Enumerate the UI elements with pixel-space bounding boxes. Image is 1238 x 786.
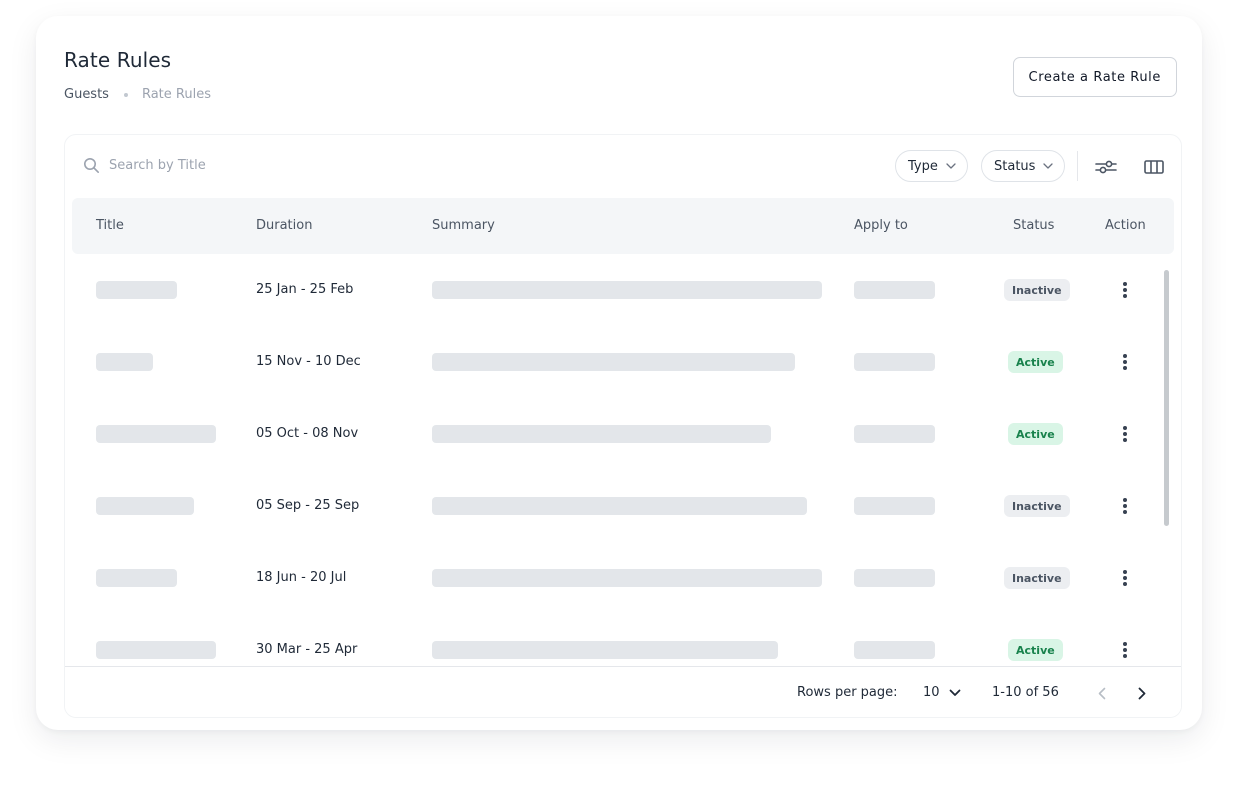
vertical-scrollbar[interactable] — [1164, 270, 1169, 526]
rate-rules-card: Rate Rules Guests Rate Rules Create a Ra… — [36, 16, 1202, 730]
chevron-left-icon — [1098, 687, 1106, 699]
more-vertical-icon[interactable] — [1123, 498, 1127, 514]
apply-to-skeleton — [854, 569, 935, 587]
column-header-duration[interactable]: Duration — [256, 218, 312, 233]
title-skeleton — [96, 281, 177, 299]
status-filter-label: Status — [994, 158, 1036, 174]
create-rate-rule-button[interactable]: Create a Rate Rule — [1012, 57, 1177, 97]
column-header-title[interactable]: Title — [96, 218, 124, 233]
search-box — [83, 157, 329, 174]
title-skeleton — [96, 353, 153, 371]
duration-cell: 30 Mar - 25 Apr — [256, 642, 358, 657]
status-badge: Inactive — [1004, 495, 1070, 517]
column-header-summary[interactable]: Summary — [432, 218, 495, 233]
rows-per-page-label: Rows per page: — [797, 685, 898, 700]
summary-skeleton — [432, 281, 822, 299]
title-skeleton — [96, 569, 177, 587]
table-header: Title Duration Summary Apply to Status A… — [72, 198, 1174, 254]
type-filter-label: Type — [908, 158, 938, 174]
table-row[interactable]: 05 Oct - 08 Nov Active — [65, 398, 1165, 470]
more-vertical-icon[interactable] — [1123, 354, 1127, 370]
more-vertical-icon[interactable] — [1123, 282, 1127, 298]
status-badge: Active — [1008, 423, 1063, 445]
table-row[interactable]: 30 Mar - 25 Apr Active — [65, 614, 1165, 666]
search-input[interactable] — [109, 158, 329, 173]
search-icon — [83, 157, 100, 174]
duration-cell: 05 Sep - 25 Sep — [256, 498, 360, 513]
page-title: Rate Rules — [64, 48, 172, 72]
apply-to-skeleton — [854, 425, 935, 443]
more-vertical-icon[interactable] — [1123, 642, 1127, 658]
apply-to-skeleton — [854, 497, 935, 515]
status-badge: Active — [1008, 351, 1063, 373]
apply-to-skeleton — [854, 641, 935, 659]
summary-skeleton — [432, 641, 778, 659]
table-row[interactable]: 18 Jun - 20 Jul Inactive — [65, 542, 1165, 614]
breadcrumb: Guests Rate Rules — [64, 87, 211, 102]
next-page-button[interactable] — [1131, 682, 1153, 704]
duration-cell: 05 Oct - 08 Nov — [256, 426, 359, 441]
column-header-action: Action — [1105, 218, 1146, 233]
title-skeleton — [96, 641, 216, 659]
chevron-right-icon — [1138, 687, 1146, 699]
breadcrumb-guests[interactable]: Guests — [64, 87, 109, 102]
title-skeleton — [96, 425, 216, 443]
columns-icon[interactable] — [1142, 155, 1166, 179]
more-vertical-icon[interactable] — [1123, 426, 1127, 442]
breadcrumb-separator — [123, 92, 128, 97]
rows-per-page-value: 10 — [923, 685, 940, 700]
duration-cell: 25 Jan - 25 Feb — [256, 282, 354, 297]
chevron-down-icon — [949, 689, 960, 696]
title-skeleton — [96, 497, 194, 515]
table-row[interactable]: 25 Jan - 25 Feb Inactive — [65, 254, 1165, 326]
table-pagination: Rows per page: 10 1-10 of 56 — [65, 666, 1181, 717]
status-badge: Inactive — [1004, 567, 1070, 589]
duration-cell: 15 Nov - 10 Dec — [256, 354, 361, 369]
apply-to-skeleton — [854, 353, 935, 371]
status-badge: Inactive — [1004, 279, 1070, 301]
summary-skeleton — [432, 353, 795, 371]
column-header-status[interactable]: Status — [1013, 218, 1054, 233]
summary-skeleton — [432, 497, 807, 515]
column-header-apply-to[interactable]: Apply to — [854, 218, 908, 233]
chevron-down-icon — [1043, 163, 1054, 169]
previous-page-button[interactable] — [1091, 682, 1113, 704]
table-body: 25 Jan - 25 Feb Inactive 15 Nov - 10 Dec… — [65, 254, 1165, 666]
table-row[interactable]: 05 Sep - 25 Sep Inactive — [65, 470, 1165, 542]
rate-rules-table-card: Type Status — [64, 134, 1182, 718]
table-toolbar: Type Status — [65, 135, 1181, 199]
table-row[interactable]: 15 Nov - 10 Dec Active — [65, 326, 1165, 398]
summary-skeleton — [432, 425, 771, 443]
type-filter-button[interactable]: Type — [895, 150, 968, 182]
sliders-icon[interactable] — [1094, 155, 1118, 179]
rows-per-page-select[interactable]: 10 — [923, 685, 961, 700]
apply-to-skeleton — [854, 281, 935, 299]
status-badge: Active — [1008, 639, 1063, 661]
breadcrumb-rate-rules: Rate Rules — [141, 87, 211, 102]
status-filter-button[interactable]: Status — [981, 150, 1066, 182]
summary-skeleton — [432, 569, 822, 587]
more-vertical-icon[interactable] — [1123, 570, 1127, 586]
duration-cell: 18 Jun - 20 Jul — [256, 570, 347, 585]
chevron-down-icon — [946, 163, 956, 169]
pagination-range: 1-10 of 56 — [992, 685, 1059, 700]
toolbar-divider — [1077, 151, 1078, 181]
